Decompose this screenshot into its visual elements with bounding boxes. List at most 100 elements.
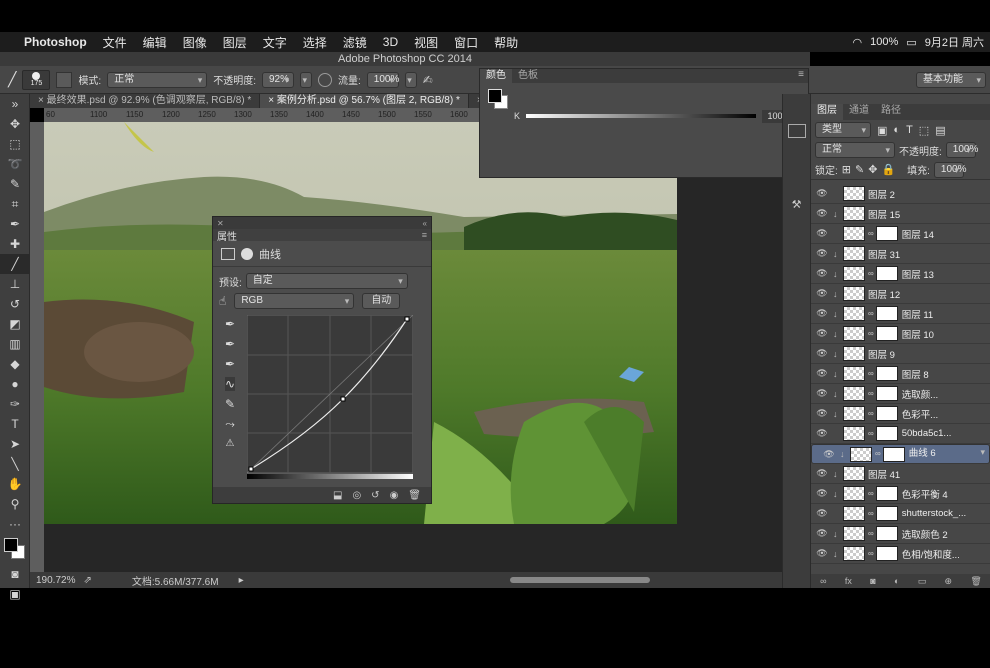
visibility-eye-icon[interactable]: 👁 [811,268,833,279]
layer-row[interactable]: 👁 ↓ 图层 31 [811,244,990,264]
white-point-eyedropper-icon[interactable]: ✒ [225,357,235,371]
mask-link-icon[interactable]: ∞ [868,429,874,438]
curve-edit-icon[interactable]: ∿ [224,377,236,391]
link-layers-icon[interactable]: ∞ [820,576,826,586]
visibility-eye-icon[interactable]: 👁 [811,348,833,359]
blend-mode-select[interactable]: 正常 [815,142,895,158]
panel-menu-icon[interactable]: ≡ [794,69,808,83]
workspace-select[interactable]: 基本功能 [916,71,986,88]
tab-color[interactable]: 颜色 [480,69,512,83]
mask-link-icon[interactable]: ∞ [868,329,874,338]
layer-thumbnail[interactable] [843,426,865,441]
visibility-eye-icon[interactable]: 👁 [811,368,833,379]
layer-row[interactable]: 👁 ↓ 图层 41 [811,464,990,484]
history-icon[interactable] [787,124,806,138]
layer-thumbnail[interactable] [843,246,865,261]
flow-input[interactable]: 100% [366,71,399,88]
path-select-tool-icon[interactable]: ➤ [0,434,30,454]
layer-thumbnail[interactable] [843,346,865,361]
fill-input[interactable]: 100% [933,161,967,178]
screen-mode-icon[interactable]: ▣ [0,584,30,604]
type-tool-icon[interactable]: T [0,414,30,434]
visibility-eye-icon[interactable]: 👁 [811,428,833,439]
layer-row[interactable]: 👁 ↓ ∞ 色相/饱和度... [811,544,990,564]
line-tool-icon[interactable]: ╲ [0,454,30,474]
tab-layers[interactable]: 图层 [811,104,843,120]
layer-name[interactable]: 色相/饱和度... [902,547,960,561]
opacity-dropdown[interactable] [300,71,312,88]
mask-link-icon[interactable]: ∞ [868,509,874,518]
filter-pixel-icon[interactable]: ▣ [877,124,887,137]
mask-link-icon[interactable]: ∞ [868,389,874,398]
layer-mask-thumbnail[interactable] [875,406,898,421]
mask-link-icon[interactable]: ∞ [868,369,874,378]
mask-link-icon[interactable]: ∞ [868,269,874,278]
layer-row[interactable]: 👁 图层 2 [811,184,990,204]
marquee-tool-icon[interactable]: ⬚ [0,134,30,154]
mask-link-icon[interactable]: ∞ [875,447,881,461]
mode-select[interactable]: 正常 [107,71,208,88]
layer-row[interactable]: 👁 ↓ 图层 12 [811,284,990,304]
visibility-eye-icon[interactable]: 👁 [811,188,833,199]
visibility-eye-icon[interactable]: 👁 [811,308,833,319]
menu-window[interactable]: 窗口 [446,34,486,51]
black-point-eyedropper-icon[interactable]: ✒ [225,317,235,331]
layer-name[interactable]: shutterstock_... [902,508,966,519]
layer-mask-thumbnail[interactable] [875,526,898,541]
layer-thumbnail[interactable] [843,186,865,201]
mask-link-icon[interactable]: ∞ [868,229,874,238]
move-tool-icon[interactable]: ✥ [0,114,30,134]
new-group-icon[interactable]: ▭ [918,576,927,587]
layer-name[interactable]: 曲线 6 [909,447,936,461]
foreground-color-swatch[interactable] [4,538,18,552]
layer-thumbnail[interactable] [843,526,865,541]
tab-final-effect[interactable]: × 最终效果.psd @ 92.9% (色调观察层, RGB/8) * [30,94,261,108]
lock-position-icon[interactable]: ✥ [868,163,877,176]
wifi-icon[interactable]: ◠ [853,36,863,49]
layer-thumbnail[interactable] [843,286,865,301]
properties-tab[interactable]: 属性 [217,228,237,243]
status-menu-arrow[interactable]: ▸ [239,575,244,586]
close-icon[interactable]: ✕ [217,219,224,228]
lock-transparent-icon[interactable]: ⊞ [842,163,851,176]
delete-layer-icon[interactable]: 🗑 [970,576,981,587]
add-mask-icon[interactable]: ◙ [870,576,875,586]
visibility-eye-icon[interactable]: 👁 [811,328,833,339]
menu-view[interactable]: 视图 [406,34,446,51]
layer-thumbnail[interactable] [843,386,865,401]
visibility-eye-icon[interactable]: 👁 [811,408,833,419]
lasso-tool-icon[interactable]: ➰ [0,154,30,174]
gradient-tool-icon[interactable]: ▥ [0,334,30,354]
healing-tool-icon[interactable]: ✚ [0,234,30,254]
menu-file[interactable]: 文件 [95,34,135,51]
visibility-eye-icon[interactable]: 👁 [818,447,840,461]
auto-button[interactable]: 自动 [362,293,401,309]
menu-select[interactable]: 选择 [295,34,335,51]
visibility-eye-icon[interactable]: 👁 [811,228,833,239]
layer-row[interactable]: 👁 ↓ ∞ 色彩平... [811,404,990,424]
pencil-draw-icon[interactable]: ✎ [225,397,235,411]
opacity-input[interactable]: 92% [262,71,294,88]
layer-mask-thumbnail[interactable] [875,386,898,401]
zoom-tool-icon[interactable]: ⚲ [0,494,30,514]
horizontal-scrollbar[interactable] [510,577,650,583]
layer-thumbnail[interactable] [843,226,865,241]
layer-row[interactable]: 👁 ↓ 图层 9 [811,344,990,364]
layer-thumbnail[interactable] [843,406,865,421]
layer-name[interactable]: 选取颜... [902,387,938,401]
quick-select-tool-icon[interactable]: ✎ [0,174,30,194]
brush-panel-icon[interactable] [56,71,73,88]
mask-icon[interactable] [241,247,253,260]
layer-name[interactable]: 图层 10 [902,327,934,341]
mask-link-icon[interactable]: ∞ [868,549,874,558]
layer-thumbnail[interactable] [850,446,872,462]
visibility-eye-icon[interactable]: 👁 [811,488,833,499]
layer-row[interactable]: 👁 ↓ ∞ 曲线 6 [811,444,990,464]
tab-swatches[interactable]: 色板 [512,69,544,83]
lock-paint-icon[interactable]: ✎ [855,163,864,176]
layer-row[interactable]: 👁 ∞ shutterstock_... [811,504,990,524]
filter-smart-icon[interactable]: ▤ [935,124,945,137]
close-icon[interactable]: × [268,95,277,106]
menu-type[interactable]: 文字 [255,34,295,51]
lock-all-icon[interactable]: 🔒 [881,163,895,176]
